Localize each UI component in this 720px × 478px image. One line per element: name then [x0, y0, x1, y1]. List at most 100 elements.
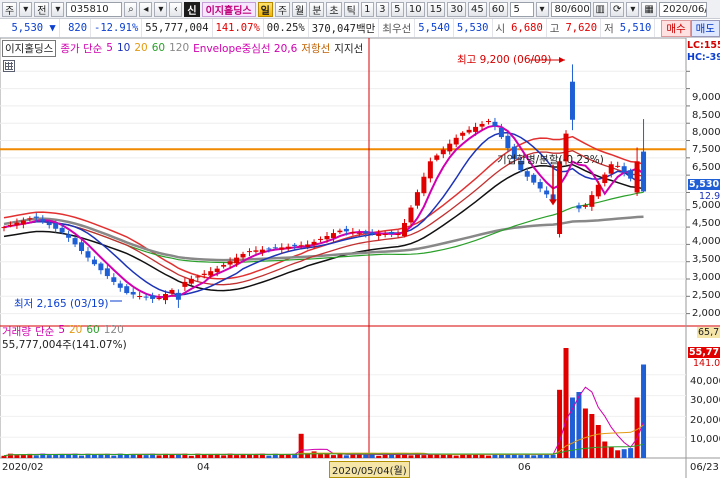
dropdown-icon[interactable]: ▾ — [51, 1, 65, 17]
price-chart[interactable] — [0, 38, 720, 478]
interval-60[interactable]: 60 — [488, 1, 508, 17]
volume-bar — [156, 455, 162, 458]
high-price: 7,620 — [562, 19, 602, 37]
candle-body — [402, 222, 408, 237]
volume-bar — [608, 447, 614, 458]
candle-body — [414, 192, 420, 206]
buy-button[interactable]: 매수 — [661, 19, 691, 37]
legend-ma-label: 종가 단순 — [60, 42, 103, 55]
candle-body — [544, 190, 550, 195]
dropdown-icon[interactable]: ▾ — [19, 1, 33, 17]
period-week[interactable]: 주 — [274, 1, 291, 17]
candle-body — [14, 222, 20, 226]
interval-1[interactable]: 1 — [360, 1, 374, 17]
volume-bar — [111, 455, 117, 458]
volume-bar — [615, 450, 621, 458]
volume-bar — [1, 455, 7, 458]
candle-body — [85, 251, 91, 258]
volume-bar — [531, 455, 537, 458]
legend-ma120: 120 — [169, 42, 190, 54]
candle-body — [634, 161, 640, 193]
chart-toolbar: 주 ▾ 전 ▾ 035810 ⌕ ◂ ▾ ‹ 신 이지홀딩스 일 주 월 분 초… — [0, 0, 720, 19]
period-second[interactable]: 초 — [326, 1, 342, 17]
price-tick: 6,500 — [692, 162, 720, 173]
dropdown-icon[interactable]: ▾ — [535, 1, 549, 17]
candle-body — [486, 121, 491, 123]
candle-body — [1, 227, 7, 229]
low-annotation: 최저 2,165 (03/19) — [14, 298, 109, 310]
ask-price: 5,540 — [415, 19, 454, 37]
interval-custom[interactable]: 5 — [509, 1, 534, 17]
period-day[interactable]: 일 — [257, 1, 273, 17]
candle-body — [279, 247, 285, 250]
volume-ratio: 141.07% — [213, 19, 264, 37]
volume-bar — [363, 454, 369, 458]
volume-bar — [376, 455, 382, 458]
volume-bar — [285, 454, 291, 458]
speaker-icon[interactable]: ◂ — [139, 1, 153, 17]
legend-support: 지지선 — [334, 42, 364, 55]
volume-tick: 30,000 — [690, 395, 720, 406]
bar-chart-icon[interactable]: ▥ — [592, 1, 608, 17]
volume-ma60-line — [3, 443, 644, 457]
volume: 55,777,004 — [142, 19, 213, 37]
stock-code-input[interactable]: 035810 — [66, 1, 123, 17]
interval-10[interactable]: 10 — [405, 1, 425, 17]
chart-area[interactable]: 이지홀딩스 종가 단순 5 10 20 60 120 Envelope중심선 2… — [0, 38, 720, 478]
candle-body — [498, 127, 504, 138]
period-minute[interactable]: 분 — [309, 1, 325, 17]
legend-envelope: Envelope중심선 20,6 — [193, 42, 298, 55]
candle-body — [79, 242, 85, 251]
volume-bar — [318, 454, 324, 458]
market-select[interactable]: 전 — [34, 1, 50, 17]
candle-body — [440, 149, 446, 155]
refresh-icon[interactable]: ⟳ — [609, 1, 625, 17]
mode-select[interactable]: 주 — [2, 1, 18, 17]
interval-3[interactable]: 3 — [375, 1, 389, 17]
price-tick: 8,500 — [692, 110, 720, 121]
candle-body — [91, 259, 97, 265]
volume-bar — [440, 454, 446, 458]
candle-body — [305, 244, 311, 248]
grid-icon[interactable] — [3, 60, 15, 72]
volume-bar — [576, 392, 582, 458]
candle-body — [7, 224, 13, 226]
interval-15[interactable]: 15 — [426, 1, 446, 17]
candle-body — [460, 132, 466, 136]
trading-amount: 370,047백만 — [309, 19, 380, 37]
candle-body — [350, 232, 356, 234]
search-icon[interactable]: ⌕ — [124, 1, 138, 17]
dropdown-icon[interactable]: ▾ — [154, 1, 168, 17]
date-field[interactable]: 2020/06/2 — [658, 1, 707, 17]
interval-45[interactable]: 45 — [468, 1, 487, 17]
legend-resistance: 저항선 — [301, 42, 331, 55]
candle-body — [53, 223, 59, 229]
candle-body — [234, 257, 240, 264]
volume-tick: 10,000 — [690, 434, 720, 445]
volume-bar — [518, 455, 524, 458]
volume-bar — [486, 455, 491, 458]
volume-bar — [201, 454, 207, 458]
volume-bar — [408, 455, 414, 458]
interval-30[interactable]: 30 — [447, 1, 467, 17]
candle-body — [576, 205, 582, 209]
candle-body — [595, 184, 601, 197]
volume-bar — [279, 454, 285, 458]
calendar-icon[interactable]: ▦ — [641, 1, 657, 17]
candle-body — [221, 264, 227, 267]
volume-bar — [595, 425, 601, 458]
period-month[interactable]: 월 — [292, 1, 308, 17]
candle-body — [395, 234, 401, 235]
period-tick[interactable]: 틱 — [343, 1, 359, 17]
change-percent: -12.91% — [91, 19, 143, 37]
volume-bar — [473, 454, 479, 458]
volume-bar — [550, 454, 556, 458]
price-tick: 9,000 — [692, 92, 720, 103]
sell-button[interactable]: 매도 — [690, 19, 720, 37]
dropdown-icon[interactable]: ▾ — [626, 1, 640, 17]
candle-body — [537, 182, 543, 189]
prev-icon[interactable]: ‹ — [169, 1, 183, 17]
legend-ma60: 60 — [151, 42, 166, 54]
data-count[interactable]: 80/600 — [550, 1, 591, 17]
interval-5[interactable]: 5 — [390, 1, 404, 17]
